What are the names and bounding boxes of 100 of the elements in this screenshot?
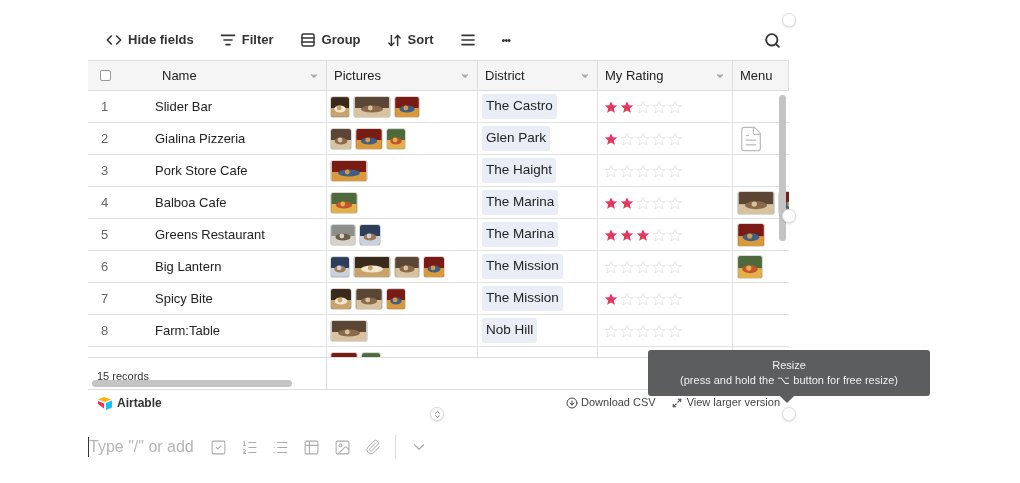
empty-star-icon[interactable] [652, 195, 666, 210]
row-number: 6 [101, 257, 109, 276]
search-button[interactable] [764, 31, 781, 49]
image-icon [333, 438, 351, 456]
empty-star-icon[interactable] [636, 323, 650, 338]
horizontal-scrollbar[interactable] [92, 380, 292, 387]
column-header[interactable]: My Rating [598, 61, 733, 90]
empty-star-icon[interactable] [668, 291, 682, 306]
tooltip-title: Resize [772, 358, 806, 373]
empty-star-icon[interactable] [620, 131, 634, 146]
empty-star-icon[interactable] [668, 131, 682, 146]
empty-star-icon[interactable] [668, 259, 682, 274]
star-icon[interactable] [620, 227, 634, 242]
star-icon[interactable] [604, 131, 618, 146]
district-tag: The Mission [482, 286, 563, 311]
row-number: 1 [101, 97, 109, 116]
row-number: 5 [101, 225, 109, 244]
name-cell-text: Big Lantern [155, 257, 222, 276]
record-count: 15 records [97, 370, 149, 382]
group-button[interactable]: Group [291, 30, 369, 50]
column-header[interactable]: District [478, 61, 598, 90]
resize-handle[interactable] [782, 407, 796, 421]
name-cell-text: Greens Restaurant [155, 225, 265, 244]
star-icon[interactable] [620, 195, 634, 210]
empty-star-icon[interactable] [636, 131, 650, 146]
row-number: 4 [101, 193, 109, 212]
filter-icon [219, 32, 236, 48]
vertical-scrollbar[interactable] [779, 95, 786, 241]
expand-icon [671, 397, 682, 408]
row-number: 3 [101, 161, 109, 180]
row-number: 8 [101, 321, 109, 340]
empty-star-icon[interactable] [668, 227, 682, 242]
hide-button[interactable]: Hide fields [98, 30, 202, 50]
empty-star-icon[interactable] [636, 291, 650, 306]
select-all-checkbox[interactable] [100, 70, 111, 81]
column-header[interactable]: Menu [733, 61, 789, 90]
star-icon[interactable] [604, 227, 618, 242]
list-icon [299, 32, 316, 48]
row-height-icon [459, 32, 476, 48]
column-header[interactable]: Pictures [327, 61, 478, 90]
attachment-icon [364, 439, 381, 455]
star-icon[interactable] [604, 99, 618, 114]
empty-star-icon[interactable] [652, 291, 666, 306]
empty-star-icon[interactable] [636, 99, 650, 114]
empty-star-icon[interactable] [652, 227, 666, 242]
empty-star-icon[interactable] [652, 163, 666, 178]
empty-star-icon[interactable] [636, 259, 650, 274]
table-icon [302, 438, 320, 456]
empty-star-icon[interactable] [668, 99, 682, 114]
download-icon [566, 396, 579, 409]
empty-star-icon[interactable] [636, 195, 650, 210]
row-number: 2 [101, 129, 109, 148]
name-cell-text: Slider Bar [155, 97, 213, 116]
district-tag: The Castro [482, 94, 557, 119]
resize-handle[interactable] [430, 407, 444, 421]
star-icon[interactable] [620, 99, 634, 114]
logo-icon [97, 395, 113, 410]
district-tag: The Marina [482, 190, 559, 215]
empty-star-icon[interactable] [652, 131, 666, 146]
checkbox-icon [209, 438, 227, 456]
name-cell-text: Farm:Table [155, 321, 221, 340]
empty-star-icon[interactable] [620, 163, 634, 178]
district-tag: The Haight [482, 158, 557, 183]
district-tag: The Mission [482, 254, 563, 279]
name-cell-text: Spicy Bite [155, 289, 213, 308]
name-cell-text: Gialina Pizzeria [155, 129, 246, 148]
column-header[interactable]: Name [155, 61, 327, 90]
empty-star-icon[interactable] [652, 99, 666, 114]
star-icon[interactable] [636, 227, 650, 242]
download-csv-link[interactable]: Download CSV [566, 394, 656, 411]
resize-handle[interactable] [782, 209, 796, 223]
logo[interactable]: Airtable [97, 393, 162, 412]
row-number: 7 [101, 289, 109, 308]
more-button[interactable]: ••• [493, 31, 519, 49]
empty-star-icon[interactable] [636, 163, 650, 178]
district-tag: Nob Hill [482, 318, 538, 343]
empty-star-icon[interactable] [652, 323, 666, 338]
code-icon [106, 32, 122, 48]
tooltip-hint: (press and hold the ⌥ button for free resize) [680, 373, 898, 388]
empty-star-icon[interactable] [620, 323, 634, 338]
empty-star-icon[interactable] [668, 163, 682, 178]
empty-star-icon[interactable] [604, 323, 618, 338]
empty-star-icon[interactable] [668, 195, 682, 210]
name-cell-text: Pork Store Cafe [155, 161, 248, 180]
district-tag: Glen Park [482, 126, 551, 151]
resize-handle[interactable] [782, 13, 796, 27]
filter-button[interactable]: Filter [211, 30, 282, 50]
name-cell-text: Balboa Cafe [155, 193, 227, 212]
star-icon[interactable] [604, 195, 618, 210]
empty-star-icon[interactable] [652, 259, 666, 274]
empty-star-icon[interactable] [604, 163, 618, 178]
empty-star-icon[interactable] [604, 259, 618, 274]
numbered-list-icon [240, 438, 258, 456]
star-icon[interactable] [604, 291, 618, 306]
sort-icon [386, 32, 402, 48]
empty-star-icon[interactable] [620, 259, 634, 274]
empty-star-icon[interactable] [620, 291, 634, 306]
empty-star-icon[interactable] [668, 323, 682, 338]
sort-button[interactable]: Sort [378, 30, 442, 50]
district-tag: The Marina [482, 222, 559, 247]
